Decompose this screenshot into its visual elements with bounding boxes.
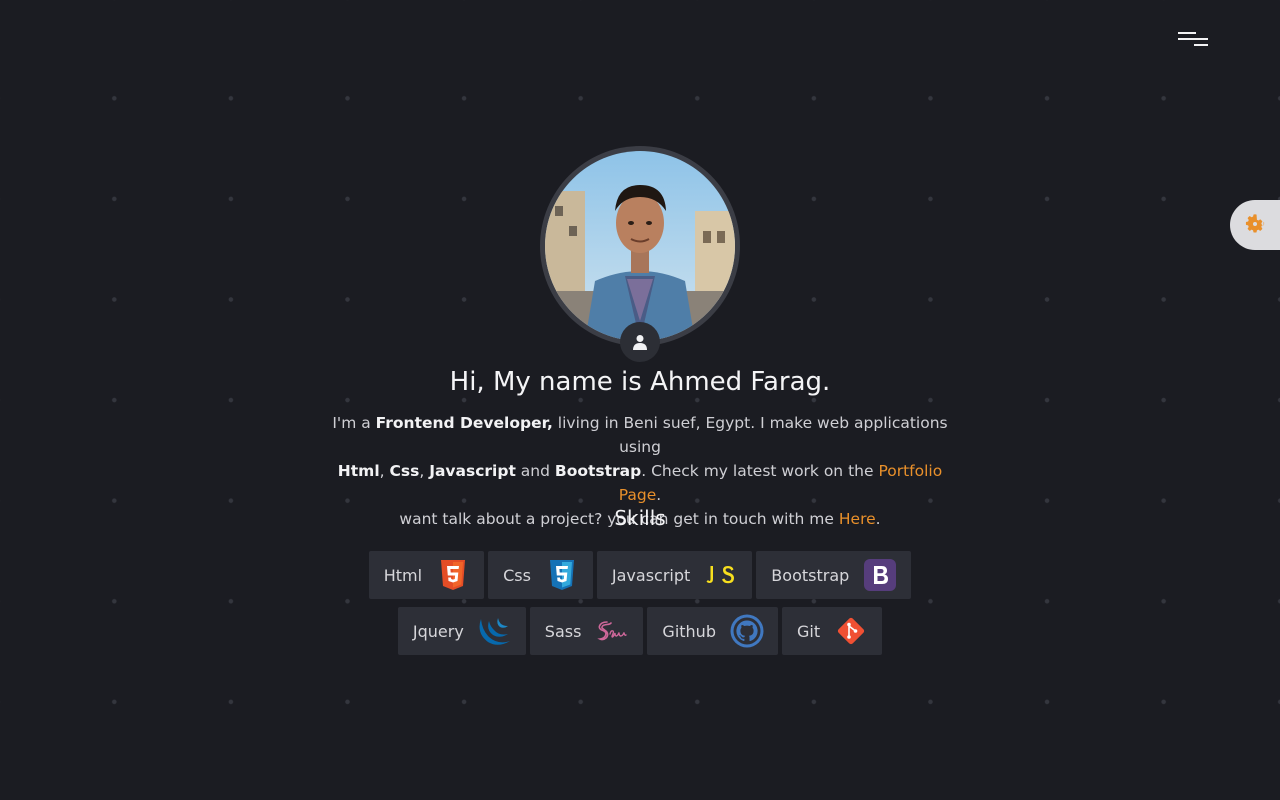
bio-part: . [656, 486, 662, 504]
bio-part: and [515, 462, 555, 480]
bio-part: , [419, 462, 430, 480]
skill-javascript[interactable]: Javascript [596, 551, 753, 599]
skills-row: Html Css Javascript Bootstrap [0, 551, 1280, 599]
user-icon [633, 335, 647, 350]
bio-skill: Css [389, 462, 420, 480]
skill-label: Html [383, 565, 423, 585]
profile-photo [545, 151, 735, 341]
skill-label: Sass [544, 621, 582, 641]
bio-skill: Bootstrap [554, 462, 642, 480]
skill-css[interactable]: Css [488, 551, 593, 599]
jquery-icon [478, 614, 512, 648]
skill-label: Css [503, 565, 531, 585]
hamburger-menu-icon [1178, 32, 1208, 46]
skill-html[interactable]: Html [368, 551, 485, 599]
bio-skill: Html [337, 462, 380, 480]
skills-row: Jquery Sass Github Git [0, 607, 1280, 655]
skill-sass[interactable]: Sass [529, 607, 644, 655]
git-icon [834, 614, 868, 648]
bio-role: Frontend Developer, [375, 414, 553, 432]
skill-jquery[interactable]: Jquery [397, 607, 526, 655]
skill-label: Git [796, 621, 821, 641]
skill-github[interactable]: Github [647, 607, 778, 655]
bio-skill: Javascript [429, 462, 516, 480]
page-title: Hi, My name is Ahmed Farag. [449, 367, 831, 397]
skill-label: Javascript [611, 565, 691, 585]
sass-icon [595, 614, 629, 648]
avatar-badge [620, 322, 660, 362]
html5-icon [436, 558, 470, 592]
menu-button[interactable] [1172, 28, 1212, 58]
gear-icon [1245, 214, 1265, 233]
bio-part: , [379, 462, 390, 480]
bio-part: I'm a [332, 414, 376, 432]
bootstrap-icon [863, 558, 897, 592]
settings-button[interactable] [1230, 200, 1280, 250]
page: Hi, My name is Ahmed Farag. I'm a Fronte… [0, 0, 1280, 800]
skill-label: Jquery [412, 621, 464, 641]
avatar [540, 146, 740, 346]
github-icon [730, 614, 764, 648]
javascript-icon [704, 558, 738, 592]
skill-git[interactable]: Git [781, 607, 883, 655]
skills-title: Skills [614, 506, 666, 530]
bio-part: . Check my latest work on the [641, 462, 879, 480]
bio-part: living in Beni suef, Egypt. I make web a… [552, 414, 948, 456]
skill-label: Bootstrap [771, 565, 850, 585]
css3-icon [545, 558, 579, 592]
skill-label: Github [662, 621, 716, 641]
skill-bootstrap[interactable]: Bootstrap [756, 551, 912, 599]
